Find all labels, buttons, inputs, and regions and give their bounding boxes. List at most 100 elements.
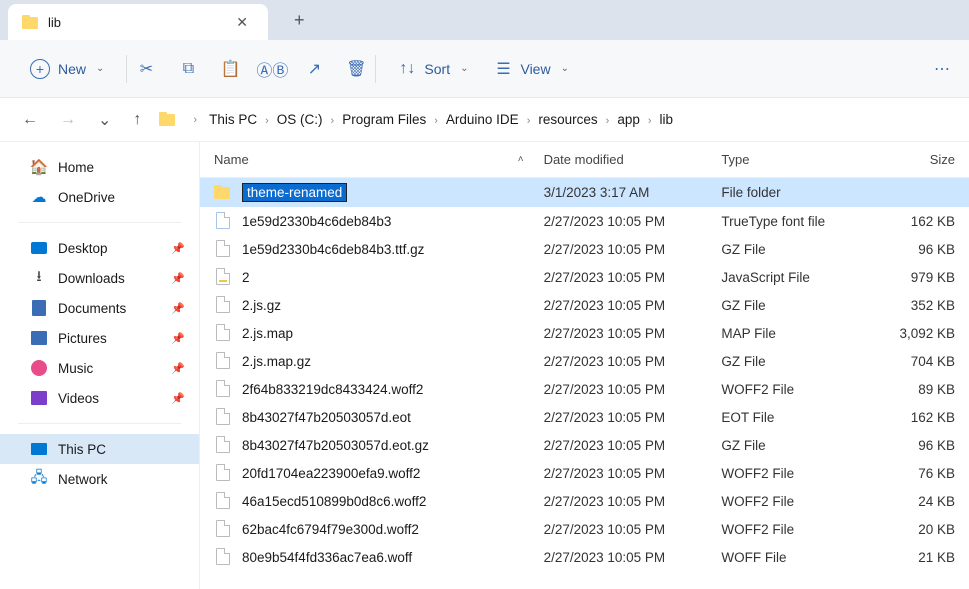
file-icon — [214, 464, 232, 482]
file-type: WOFF2 File — [721, 466, 875, 481]
pin-icon: 📌 — [171, 332, 185, 345]
file-row[interactable]: 20fd1704ea223900efa9.woff22/27/2023 10:0… — [200, 459, 969, 487]
sidebar-item-pictures[interactable]: Pictures 📌 — [0, 323, 199, 353]
breadcrumb-item[interactable]: lib — [656, 110, 678, 129]
file-icon — [214, 436, 232, 454]
sidebar-item-label: Home — [58, 160, 94, 175]
file-date: 2/27/2023 10:05 PM — [544, 354, 722, 369]
forward-button[interactable]: → — [56, 107, 80, 133]
sidebar-item-this-pc[interactable]: This PC — [0, 434, 199, 464]
file-row[interactable]: 1e59d2330b4c6deb84b32/27/2023 10:05 PMTr… — [200, 207, 969, 235]
column-name[interactable]: Name ˄ — [214, 152, 544, 167]
tab-bar: lib ✕ + — [0, 0, 969, 40]
chevron-right-icon[interactable]: › — [430, 115, 442, 127]
new-button[interactable]: + New ⌄ — [18, 51, 116, 87]
file-row[interactable]: 8b43027f47b20503057d.eot2/27/2023 10:05 … — [200, 403, 969, 431]
chevron-right-icon[interactable]: › — [189, 114, 201, 126]
file-icon — [214, 492, 232, 510]
delete-icon[interactable]: 🗑 — [347, 60, 365, 78]
file-date: 3/1/2023 3:17 AM — [544, 185, 722, 200]
breadcrumb-item[interactable]: Arduino IDE — [442, 110, 523, 129]
copy-icon[interactable]: ⧉ — [179, 60, 197, 78]
breadcrumb-item[interactable]: Program Files — [338, 110, 430, 129]
paste-icon[interactable]: 📋 — [221, 60, 239, 78]
nav-row: ← → ⌄ ↑ › This PC›OS (C:)›Program Files›… — [0, 98, 969, 142]
separator — [375, 55, 376, 83]
file-row[interactable]: 1e59d2330b4c6deb84b3.ttf.gz2/27/2023 10:… — [200, 235, 969, 263]
file-row[interactable]: 2.js.map2/27/2023 10:05 PMMAP File3,092 … — [200, 319, 969, 347]
file-type: GZ File — [721, 242, 875, 257]
file-row[interactable]: 80e9b54f4fd336ac7ea6.woff2/27/2023 10:05… — [200, 543, 969, 571]
sidebar-item-desktop[interactable]: Desktop📌 — [0, 233, 199, 263]
file-size: 162 KB — [875, 214, 955, 229]
chevron-right-icon[interactable]: › — [261, 115, 273, 127]
file-icon — [214, 296, 232, 314]
tab[interactable]: lib ✕ — [8, 4, 268, 40]
pin-icon: 📌 — [171, 302, 185, 315]
file-size: 3,092 KB — [875, 326, 955, 341]
sidebar-item-documents[interactable]: Documents📌 — [0, 293, 199, 323]
file-type: File folder — [721, 185, 875, 200]
sidebar-item-onedrive[interactable]: ☁OneDrive — [0, 182, 199, 212]
file-date: 2/27/2023 10:05 PM — [544, 298, 722, 313]
column-type[interactable]: Type — [721, 152, 875, 167]
file-row[interactable]: 22/27/2023 10:05 PMJavaScript File979 KB — [200, 263, 969, 291]
back-button[interactable]: ← — [18, 107, 42, 133]
sidebar-item-label: Desktop — [58, 241, 108, 256]
new-tab-button[interactable]: + — [286, 6, 313, 35]
plus-icon: + — [30, 59, 50, 79]
file-date: 2/27/2023 10:05 PM — [544, 270, 722, 285]
file-icon — [214, 520, 232, 538]
file-date: 2/27/2023 10:05 PM — [544, 522, 722, 537]
breadcrumb-item[interactable]: app — [613, 110, 644, 129]
sidebar-item-label: Videos — [58, 391, 99, 406]
recent-dropdown[interactable]: ⌄ — [94, 106, 115, 134]
separator — [126, 55, 127, 83]
chevron-right-icon[interactable]: › — [523, 115, 535, 127]
breadcrumb-item[interactable]: OS (C:) — [273, 110, 327, 129]
file-name: 46a15ecd510899b0d8c6.woff2 — [242, 494, 544, 509]
cut-icon[interactable]: ✂ — [137, 60, 155, 78]
rename-input[interactable]: theme-renamed — [242, 183, 347, 202]
sidebar-item-music[interactable]: Music📌 — [0, 353, 199, 383]
up-button[interactable]: ↑ — [129, 107, 145, 133]
share-icon[interactable]: ↗ — [305, 60, 323, 78]
sidebar-item-videos[interactable]: Videos📌 — [0, 383, 199, 413]
folder-icon[interactable] — [159, 111, 177, 129]
file-row[interactable]: 2.js.gz2/27/2023 10:05 PMGZ File352 KB — [200, 291, 969, 319]
file-row[interactable]: 2f64b833219dc8433424.woff22/27/2023 10:0… — [200, 375, 969, 403]
chevron-right-icon[interactable]: › — [327, 115, 339, 127]
rename-icon[interactable]: ⒶⒷ — [263, 60, 281, 78]
font-file-icon — [214, 212, 232, 230]
more-icon[interactable]: ⋯ — [933, 60, 951, 78]
file-name: 2.js.gz — [242, 298, 544, 313]
file-size: 96 KB — [875, 438, 955, 453]
file-row[interactable]: 2.js.map.gz2/27/2023 10:05 PMGZ File704 … — [200, 347, 969, 375]
file-type: WOFF2 File — [721, 494, 875, 509]
sidebar-item-home[interactable]: 🏠Home — [0, 152, 199, 182]
file-row[interactable]: 8b43027f47b20503057d.eot.gz2/27/2023 10:… — [200, 431, 969, 459]
sidebar-item-network[interactable]: 🖧Network — [0, 464, 199, 494]
file-type: WOFF2 File — [721, 382, 875, 397]
sort-button[interactable]: ↑↓ Sort ⌄ — [386, 52, 480, 86]
column-size[interactable]: Size — [875, 152, 955, 167]
pin-icon: 📌 — [171, 362, 185, 375]
chevron-down-icon: ⌄ — [96, 63, 104, 74]
file-date: 2/27/2023 10:05 PM — [544, 242, 722, 257]
sidebar-item-label: Pictures — [58, 331, 107, 346]
breadcrumb-item[interactable]: This PC — [205, 110, 261, 129]
close-icon[interactable]: ✕ — [230, 12, 254, 33]
file-row[interactable]: theme-renamed 3/1/2023 3:17 AMFile folder — [200, 178, 969, 207]
view-button[interactable]: ☰ View ⌄ — [482, 52, 580, 86]
sidebar-item-downloads[interactable]: ⭳Downloads📌 — [0, 263, 199, 293]
file-row[interactable]: 46a15ecd510899b0d8c6.woff22/27/2023 10:0… — [200, 487, 969, 515]
breadcrumb-item[interactable]: resources — [534, 110, 601, 129]
column-date[interactable]: Date modified — [544, 152, 722, 167]
file-row[interactable]: 62bac4fc6794f79e300d.woff22/27/2023 10:0… — [200, 515, 969, 543]
file-type: JavaScript File — [721, 270, 875, 285]
chevron-right-icon[interactable]: › — [644, 115, 656, 127]
folder-icon — [214, 184, 232, 202]
chevron-right-icon[interactable]: › — [602, 115, 614, 127]
chevron-down-icon: ⌄ — [460, 63, 468, 74]
toolbar: + New ⌄ ✂ ⧉ 📋 ⒶⒷ ↗ 🗑 ↑↓ Sort ⌄ ☰ View ⌄ … — [0, 40, 969, 98]
